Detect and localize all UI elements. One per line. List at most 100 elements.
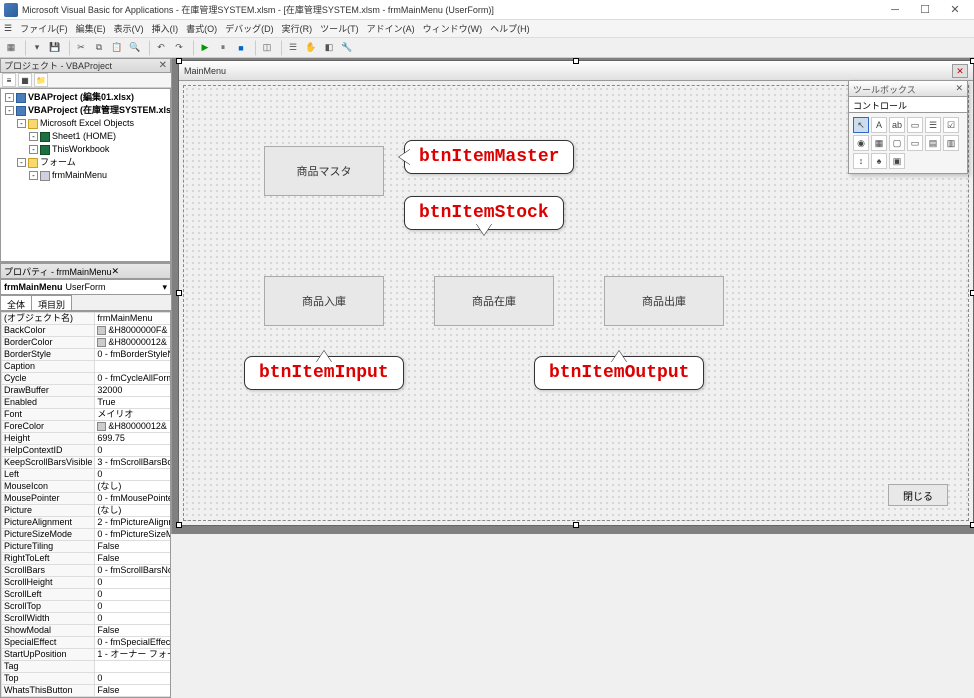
tool-multipage-icon[interactable]: ▥ <box>943 135 959 151</box>
property-row[interactable]: ScrollTop0 <box>2 601 172 613</box>
tool-scrollbar-icon[interactable]: ↕ <box>853 153 869 169</box>
property-row[interactable]: PictureAlignment2 - fmPictureAlignmentCe… <box>2 517 172 529</box>
menu-edit[interactable]: 編集(E) <box>76 22 106 35</box>
property-row[interactable]: Fontメイリオ <box>2 409 172 421</box>
toggle-folders-icon[interactable]: 📁 <box>34 73 48 87</box>
property-row[interactable]: ForeColor&H80000012& <box>2 421 172 433</box>
menu-debug[interactable]: デバッグ(D) <box>225 22 274 35</box>
tool-optionbutton-icon[interactable]: ◉ <box>853 135 869 151</box>
property-row[interactable]: StartUpPosition1 - オーナー フォームの中央 <box>2 649 172 661</box>
toolbox-window[interactable]: ツールボックス ✕ コントロール ↖ A ab ▭ ☰ ☑ ◉ ▦ ▢ ▭ ▤ … <box>848 80 968 174</box>
property-row[interactable]: KeepScrollBarsVisible3 - fmScrollBarsBot… <box>2 457 172 469</box>
project-pane-close-icon[interactable]: ✕ <box>159 60 167 71</box>
property-row[interactable]: (オブジェクト名)frmMainMenu <box>2 313 172 325</box>
tool-pointer-icon[interactable]: ↖ <box>853 117 869 133</box>
tool-label-icon[interactable]: A <box>871 117 887 133</box>
property-row[interactable]: ShowModalFalse <box>2 625 172 637</box>
tool-frame-icon[interactable]: ▢ <box>889 135 905 151</box>
undo-icon[interactable]: ↶ <box>153 40 169 56</box>
property-row[interactable]: Caption <box>2 361 172 373</box>
maximize-button[interactable]: ☐ <box>910 1 940 19</box>
insert-icon[interactable]: ▾ <box>29 40 45 56</box>
property-row[interactable]: PictureTilingFalse <box>2 541 172 553</box>
menu-addin[interactable]: アドイン(A) <box>367 22 415 35</box>
property-row[interactable]: SpecialEffect0 - fmSpecialEffectFlat <box>2 637 172 649</box>
close-button[interactable]: ✕ <box>940 1 970 19</box>
tree-node[interactable]: -frmMainMenu <box>3 169 168 182</box>
redo-icon[interactable]: ↷ <box>171 40 187 56</box>
property-row[interactable]: Top0 <box>2 673 172 685</box>
break-icon[interactable]: ⏸ <box>215 40 231 56</box>
properties-object-combo[interactable]: frmMainMenu UserForm ▾ <box>0 279 171 295</box>
property-row[interactable]: BorderColor&H80000012& <box>2 337 172 349</box>
property-row[interactable]: Height699.75 <box>2 433 172 445</box>
property-row[interactable]: Cycle0 - fmCycleAllForms <box>2 373 172 385</box>
tool-listbox-icon[interactable]: ☰ <box>925 117 941 133</box>
tab-categorized[interactable]: 項目別 <box>31 295 72 310</box>
tool-togglebutton-icon[interactable]: ▦ <box>871 135 887 151</box>
properties-icon[interactable]: ✋ <box>303 40 319 56</box>
property-row[interactable]: PictureSizeMode0 - fmPictureSizeModeClip <box>2 529 172 541</box>
tool-spinbutton-icon[interactable]: ♠ <box>871 153 887 169</box>
property-row[interactable]: Left0 <box>2 469 172 481</box>
tool-tabstrip-icon[interactable]: ▤ <box>925 135 941 151</box>
tree-node[interactable]: -VBAProject (編集01.xlsx) <box>3 91 168 104</box>
property-row[interactable]: MouseIcon(なし) <box>2 481 172 493</box>
tree-node[interactable]: -Microsoft Excel Objects <box>3 117 168 130</box>
reset-icon[interactable]: ■ <box>233 40 249 56</box>
project-tree[interactable]: -VBAProject (編集01.xlsx)-VBAProject (在庫管理… <box>0 88 171 262</box>
object-browser-icon[interactable]: ◧ <box>321 40 337 56</box>
menu-system-icon[interactable]: ☰ <box>4 23 12 34</box>
property-row[interactable]: RightToLeftFalse <box>2 553 172 565</box>
tree-node[interactable]: -VBAProject (在庫管理SYSTEM.xlsm) <box>3 104 168 117</box>
menu-file[interactable]: ファイル(F) <box>20 22 68 35</box>
view-code-icon[interactable]: ≡ <box>2 73 16 87</box>
tree-node[interactable]: -Sheet1 (HOME) <box>3 130 168 143</box>
view-object-icon[interactable]: ▦ <box>18 73 32 87</box>
tree-node[interactable]: -フォーム <box>3 156 168 169</box>
menu-tools[interactable]: ツール(T) <box>320 22 359 35</box>
button-item-output[interactable]: 商品出庫 <box>604 276 724 326</box>
properties-pane-close-icon[interactable]: ✕ <box>111 266 119 277</box>
toolbox-tab-controls[interactable]: コントロール <box>849 97 967 113</box>
property-row[interactable]: Tag <box>2 661 172 673</box>
button-item-stock[interactable]: 商品在庫 <box>434 276 554 326</box>
property-row[interactable]: EnabledTrue <box>2 397 172 409</box>
tool-checkbox-icon[interactable]: ☑ <box>943 117 959 133</box>
property-row[interactable]: ScrollHeight0 <box>2 577 172 589</box>
property-row[interactable]: DrawBuffer32000 <box>2 385 172 397</box>
button-close[interactable]: 閉じる <box>888 484 948 506</box>
property-row[interactable]: MousePointer0 - fmMousePointerDefault <box>2 493 172 505</box>
minimize-button[interactable]: ─ <box>880 1 910 19</box>
userform-close-icon[interactable]: ✕ <box>952 64 968 78</box>
view-excel-icon[interactable]: ▦ <box>3 40 19 56</box>
tool-commandbutton-icon[interactable]: ▭ <box>907 135 923 151</box>
tool-textbox-icon[interactable]: ab <box>889 117 905 133</box>
property-row[interactable]: Picture(なし) <box>2 505 172 517</box>
tree-node[interactable]: -ThisWorkbook <box>3 143 168 156</box>
paste-icon[interactable]: 📋 <box>109 40 125 56</box>
menu-window[interactable]: ウィンドウ(W) <box>423 22 483 35</box>
button-item-master[interactable]: 商品マスタ <box>264 146 384 196</box>
project-explorer-icon[interactable]: ☰ <box>285 40 301 56</box>
property-row[interactable]: HelpContextID0 <box>2 445 172 457</box>
menu-bar[interactable]: ☰ ファイル(F) 編集(E) 表示(V) 挿入(I) 書式(O) デバッグ(D… <box>0 20 974 38</box>
tab-alphabetic[interactable]: 全体 <box>0 295 32 310</box>
design-mode-icon[interactable]: ◫ <box>259 40 275 56</box>
copy-icon[interactable]: ⧉ <box>91 40 107 56</box>
cut-icon[interactable]: ✂ <box>73 40 89 56</box>
property-row[interactable]: ScrollBars0 - fmScrollBarsNone <box>2 565 172 577</box>
property-row[interactable]: WhatsThisButtonFalse <box>2 685 172 697</box>
menu-view[interactable]: 表示(V) <box>114 22 144 35</box>
property-row[interactable]: BackColor&H8000000F& <box>2 325 172 337</box>
save-icon[interactable]: 💾 <box>47 40 63 56</box>
toolbox-icon[interactable]: 🔧 <box>339 40 355 56</box>
property-row[interactable]: ScrollLeft0 <box>2 589 172 601</box>
run-icon[interactable]: ▶ <box>197 40 213 56</box>
property-row[interactable]: ScrollWidth0 <box>2 613 172 625</box>
toolbox-close-icon[interactable]: ✕ <box>955 83 963 94</box>
menu-insert[interactable]: 挿入(I) <box>152 22 179 35</box>
menu-run[interactable]: 実行(R) <box>282 22 313 35</box>
menu-format[interactable]: 書式(O) <box>186 22 217 35</box>
tool-image-icon[interactable]: ▣ <box>889 153 905 169</box>
